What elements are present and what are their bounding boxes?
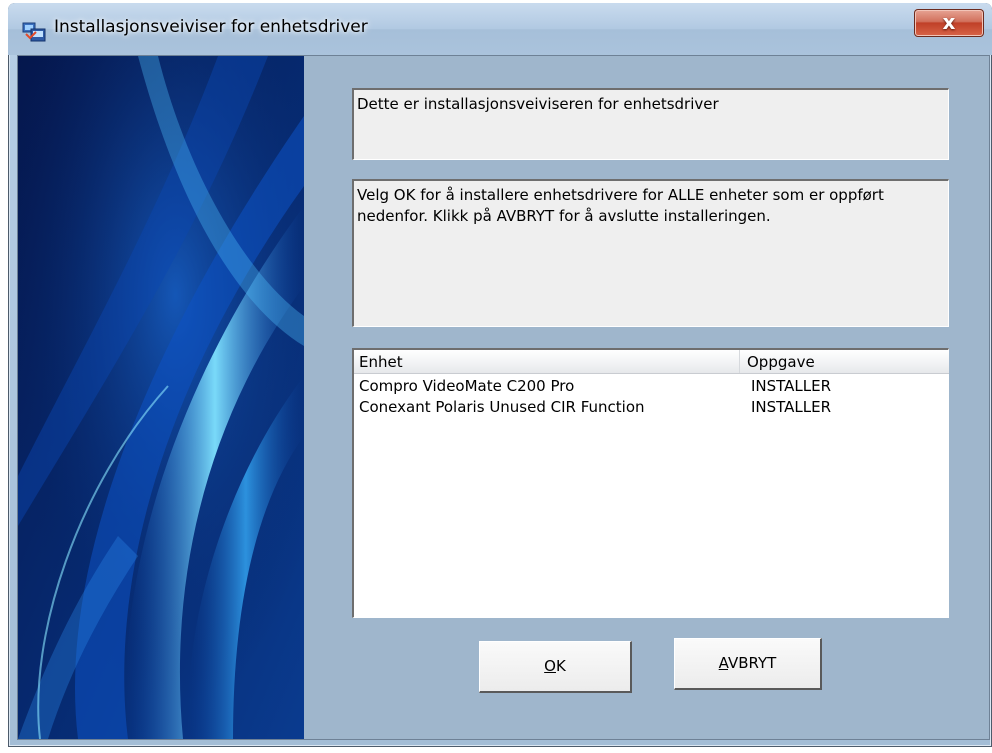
list-item[interactable]: Compro VideoMate C200 Pro INSTALLER: [354, 376, 949, 397]
device-list[interactable]: Enhet Oppgave Compro VideoMate C200 Pro …: [352, 348, 949, 618]
device-list-header: Enhet Oppgave: [354, 350, 949, 374]
list-item[interactable]: Conexant Polaris Unused CIR Function INS…: [354, 397, 949, 418]
installer-window: Installasjonsveiviser for enhetsdriver x: [8, 3, 992, 747]
ok-button[interactable]: OK: [479, 641, 632, 693]
close-button[interactable]: x: [914, 9, 984, 37]
dialog-body: Dette er installasjonsveiviseren for enh…: [17, 55, 990, 740]
content-panel: Dette er installasjonsveiviseren for enh…: [304, 56, 989, 739]
device-name: Compro VideoMate C200 Pro: [359, 377, 575, 395]
device-name: Conexant Polaris Unused CIR Function: [359, 398, 645, 416]
close-icon: x: [942, 10, 956, 34]
title-bar[interactable]: Installasjonsveiviser for enhetsdriver x: [8, 3, 992, 55]
window-title: Installasjonsveiviser for enhetsdriver: [54, 17, 368, 37]
cancel-mnemonic: A: [718, 654, 728, 672]
blue-swirl-artwork: [18, 56, 304, 739]
ok-label-rest: K: [555, 657, 566, 675]
column-header-device[interactable]: Enhet: [354, 350, 740, 373]
wizard-banner-image: [18, 56, 304, 739]
cancel-label-rest: VBRYT: [727, 654, 777, 672]
cancel-button[interactable]: AVBRYT: [674, 638, 822, 690]
instructions-textbox: Velg OK for å installere enhetsdrivere f…: [352, 179, 949, 327]
device-task: INSTALLER: [751, 377, 832, 395]
welcome-textbox: Dette er installasjonsveiviseren for enh…: [352, 88, 949, 160]
column-header-task[interactable]: Oppgave: [740, 350, 949, 373]
device-task: INSTALLER: [751, 398, 832, 416]
installer-icon: [22, 22, 46, 42]
ok-mnemonic: O: [544, 657, 556, 675]
